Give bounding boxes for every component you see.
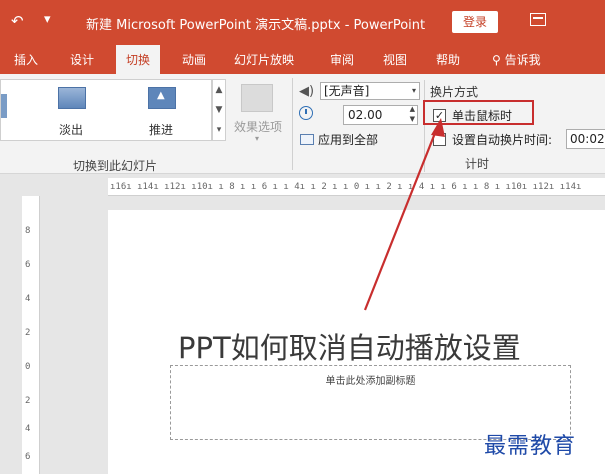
watermark-logo: 最需教育 (484, 434, 577, 459)
annotation-arrow (363, 118, 445, 311)
